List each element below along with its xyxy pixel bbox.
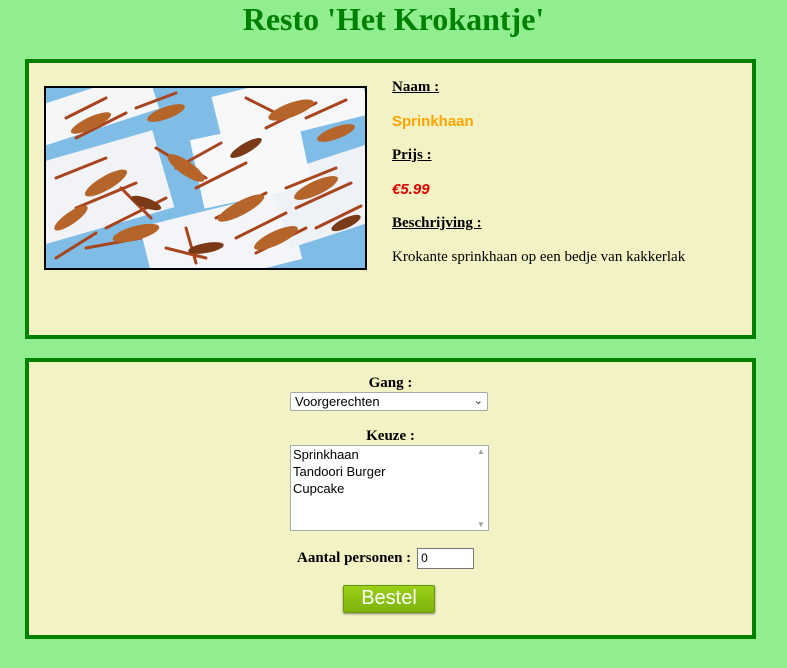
description-label: Beschrijving : — [392, 215, 482, 231]
choice-label: Keuze : — [366, 428, 415, 444]
course-select-value: Voorgerechten — [295, 394, 380, 409]
product-image — [44, 86, 367, 270]
chevron-down-icon: ⌄ — [473, 395, 483, 407]
product-price: €5.99 — [392, 181, 430, 198]
choice-option[interactable]: Tandoori Burger — [291, 463, 488, 480]
course-label: Gang : — [368, 375, 413, 391]
page-title: Resto 'Het Krokantje' — [242, 1, 545, 37]
product-description: Krokante sprinkhaan op een bedje van kak… — [392, 249, 686, 265]
persons-row: Aantal personen : 0 — [297, 548, 475, 569]
name-label: Naam : — [392, 79, 440, 95]
order-button[interactable]: Bestel — [343, 585, 435, 613]
scroll-down-icon[interactable]: ▼ — [477, 520, 485, 529]
product-panel: Naam : Sprinkhaan Prijs : €5.99 Beschrij… — [25, 59, 756, 339]
choice-listbox[interactable]: Sprinkhaan Tandoori Burger Cupcake ▲ ▼ — [290, 445, 489, 531]
persons-label: Aantal personen : — [297, 550, 412, 566]
order-panel: Gang : Voorgerechten ⌄ Keuze : Sprinkhaa… — [25, 358, 756, 639]
price-label: Prijs : — [392, 147, 432, 163]
choice-option[interactable]: Cupcake — [291, 480, 488, 497]
course-select[interactable]: Voorgerechten ⌄ — [290, 392, 488, 411]
listbox-scrollbar[interactable]: ▲ ▼ — [475, 446, 488, 530]
persons-input[interactable]: 0 — [417, 548, 475, 569]
scroll-up-icon[interactable]: ▲ — [477, 447, 485, 456]
choice-option[interactable]: Sprinkhaan — [291, 446, 488, 463]
product-name: Sprinkhaan — [392, 113, 474, 130]
